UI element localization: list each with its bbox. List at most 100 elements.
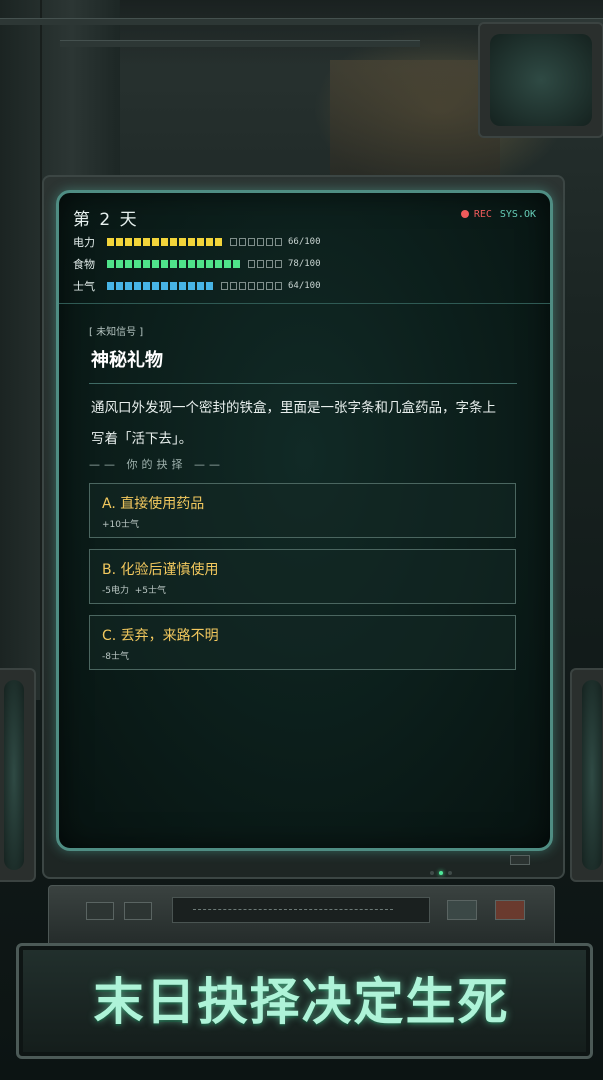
stat-segment (134, 238, 141, 246)
event-body: 通风口外发现一个密封的铁盒，里面是一张字条和几盒药品，字条上 写着「活下去」。 (91, 393, 521, 455)
stat-segment (230, 282, 237, 290)
stat-segment (221, 282, 228, 290)
choice-label: C. 丢弃，来路不明 (102, 628, 219, 644)
choice-label: B. 化验后谨慎使用 (102, 562, 219, 578)
stat-segment (266, 260, 273, 268)
stat-segment (170, 260, 177, 268)
stat-segment (215, 260, 222, 268)
choice-b-button[interactable]: B. 化验后谨慎使用 -5电力 +5士气 (89, 549, 516, 604)
crt-tv-top-right (478, 22, 603, 138)
day-counter: 第 2 天 (73, 210, 139, 230)
stat-segment (206, 282, 213, 290)
choice-effect: -5电力 +5士气 (102, 586, 166, 596)
stat-segment (266, 238, 273, 246)
console-readout-slot (172, 897, 430, 923)
stat-segment (143, 238, 150, 246)
stat-segment (266, 282, 273, 290)
monitor-power-button (510, 855, 530, 865)
stat-segment (125, 282, 132, 290)
console-switch (86, 902, 114, 920)
console-switch (124, 902, 152, 920)
stat-bar (107, 260, 282, 268)
stat-segment (197, 260, 204, 268)
sys-status: SYS.OK (499, 209, 536, 220)
stat-label: 电力 (73, 236, 95, 249)
stat-segment (257, 238, 264, 246)
stat-segment (206, 260, 213, 268)
stat-food: 食物 78/100 (73, 257, 321, 271)
stat-segment (161, 260, 168, 268)
stat-segment (248, 260, 255, 268)
choice-effect: -8士气 (102, 652, 129, 662)
ceiling-pipe (60, 40, 420, 47)
rec-indicator: REC SYS.OK (460, 209, 536, 220)
stat-segment (116, 260, 123, 268)
stat-segment (134, 260, 141, 268)
stat-segment (170, 282, 177, 290)
status-leds (430, 860, 457, 879)
crt-tv-right (570, 668, 603, 882)
stat-segment (197, 282, 204, 290)
stat-segment (125, 238, 132, 246)
stat-segment (116, 238, 123, 246)
stat-label: 士气 (73, 280, 95, 293)
choice-label: A. 直接使用药品 (102, 496, 205, 512)
console-button-gray (447, 900, 477, 920)
stat-segment (248, 282, 255, 290)
stat-segment (248, 238, 255, 246)
stat-segment (275, 238, 282, 246)
stat-segment (107, 260, 114, 268)
stat-label: 食物 (73, 258, 95, 271)
divider (89, 383, 517, 384)
stat-segment (170, 238, 177, 246)
choice-effect: +10士气 (102, 520, 139, 530)
stat-segment (239, 238, 246, 246)
stat-segment (116, 282, 123, 290)
stat-segment (125, 260, 132, 268)
event-tag: [ 未知信号 ] (89, 327, 144, 338)
stat-segment (230, 238, 237, 246)
crt-tv-left (0, 668, 36, 882)
stat-bar (107, 238, 282, 246)
stat-segment (206, 238, 213, 246)
stat-segment (197, 238, 204, 246)
stat-segment (161, 238, 168, 246)
choice-a-button[interactable]: A. 直接使用药品 +10士气 (89, 483, 516, 538)
game-screen: 第 2 天 REC SYS.OK 电力 66/100 食物 78/100 士气 6… (56, 190, 553, 851)
stat-segment (179, 282, 186, 290)
stat-segment (143, 260, 150, 268)
stat-segment (257, 282, 264, 290)
stat-segment (239, 282, 246, 290)
event-body-line: 写着「活下去」。 (91, 431, 193, 447)
stat-segment (152, 282, 159, 290)
stat-power: 电力 66/100 (73, 235, 321, 249)
stat-segment (107, 282, 114, 290)
console-button-red (495, 900, 525, 920)
stat-segment (134, 282, 141, 290)
event-body-line: 通风口外发现一个密封的铁盒，里面是一张字条和几盒药品，字条上 (91, 400, 496, 416)
stat-segment (215, 238, 222, 246)
stat-segment (275, 282, 282, 290)
promo-banner-text: 末日抉择决定生死 (93, 973, 510, 1031)
stat-segment (188, 282, 195, 290)
led-icon (448, 871, 452, 875)
stat-segment (257, 260, 264, 268)
stat-segment (188, 260, 195, 268)
led-icon (430, 871, 434, 875)
stat-value: 78/100 (288, 259, 321, 269)
stat-segment (275, 260, 282, 268)
stat-value: 64/100 (288, 281, 321, 291)
stat-value: 66/100 (288, 237, 321, 247)
event-title: 神秘礼物 (91, 350, 163, 371)
lit-corridor (330, 60, 500, 180)
stat-segment (188, 238, 195, 246)
status-header: 第 2 天 REC SYS.OK 电力 66/100 食物 78/100 士气 6… (59, 193, 550, 304)
choices-header: —— 你的抉择 —— (89, 458, 224, 471)
stat-segment (233, 260, 240, 268)
rec-label: REC (473, 209, 492, 220)
stat-segment (143, 282, 150, 290)
choice-c-button[interactable]: C. 丢弃，来路不明 -8士气 (89, 615, 516, 670)
rec-dot-icon (460, 210, 469, 218)
stat-segment (161, 282, 168, 290)
stat-segment (179, 260, 186, 268)
